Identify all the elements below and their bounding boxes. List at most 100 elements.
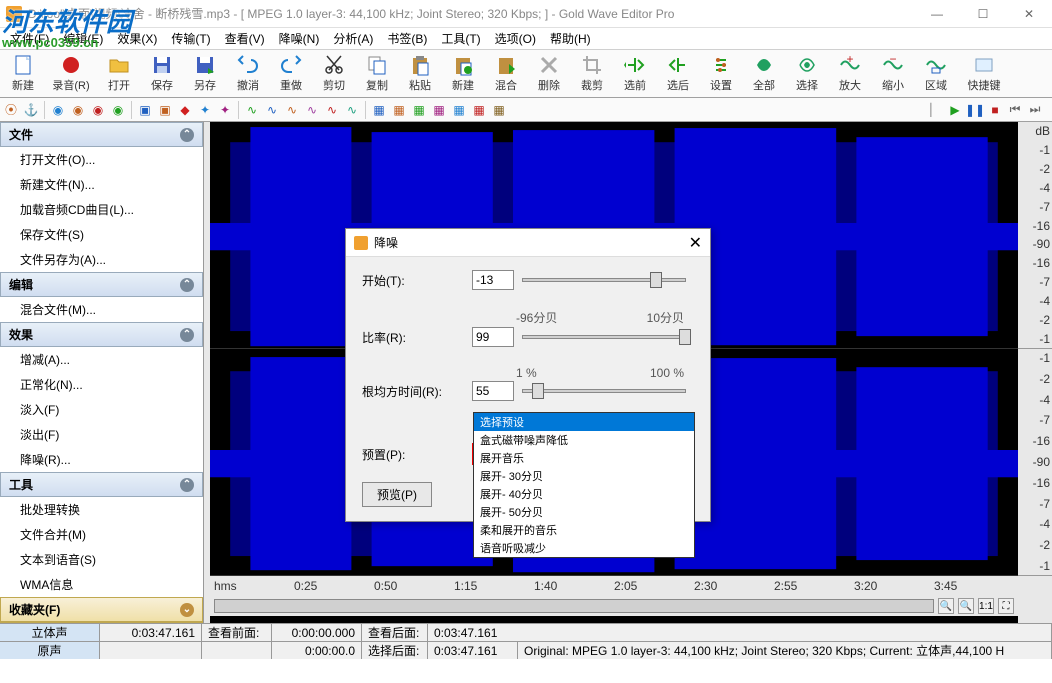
tb-pastenew[interactable]: 新建 (442, 52, 484, 96)
tb-delete[interactable]: 删除 (528, 52, 570, 96)
tb-record[interactable]: 录音(R) (45, 52, 97, 96)
menu-options[interactable]: 选项(O) (489, 28, 542, 49)
tb-open[interactable]: 打开 (98, 52, 140, 96)
preset-option[interactable]: 选择预设 (474, 413, 694, 431)
si-tts[interactable]: 文本到语音(S) (0, 547, 203, 572)
si-wma[interactable]: WMA信息 (0, 572, 203, 597)
si-open[interactable]: 打开文件(O)... (0, 147, 203, 172)
st-fx2[interactable]: ◉ (69, 101, 87, 119)
maximize-button[interactable]: ☐ (960, 0, 1006, 28)
tb-crop[interactable]: 裁剪 (571, 52, 613, 96)
tb-redo[interactable]: 重做 (270, 52, 312, 96)
preset-option[interactable]: 柔和展开的音乐 (474, 521, 694, 539)
sh-fav[interactable]: 收藏夹(F)⌄ (0, 597, 203, 622)
st-w4[interactable]: ∿ (303, 101, 321, 119)
tb-cut[interactable]: 剪切 (313, 52, 355, 96)
st-pause[interactable]: ❚❚ (966, 101, 984, 119)
si-fadein[interactable]: 淡入(F) (0, 397, 203, 422)
si-noise[interactable]: 降噪(R)... (0, 447, 203, 472)
dinput-rms[interactable] (472, 381, 514, 401)
st-sp3[interactable]: ▦ (410, 101, 428, 119)
tb-selbefore[interactable]: 选前 (614, 52, 656, 96)
menu-view[interactable]: 查看(V) (219, 28, 271, 49)
si-new[interactable]: 新建文件(N)... (0, 172, 203, 197)
st-play[interactable]: ▶ (946, 101, 964, 119)
st-t1[interactable]: ▣ (136, 101, 154, 119)
tb-selafter[interactable]: 选后 (657, 52, 699, 96)
preset-option[interactable]: 展开- 40分贝 (474, 485, 694, 503)
wc-zoomout[interactable]: 🔍 (958, 598, 974, 614)
preset-option[interactable]: 语音听吸减少 (474, 539, 694, 557)
si-merge[interactable]: 文件合并(M) (0, 522, 203, 547)
dinput-start[interactable] (472, 270, 514, 290)
si-fadeout[interactable]: 淡出(F) (0, 422, 203, 447)
sh-tools[interactable]: 工具⌃ (0, 472, 203, 497)
preset-option[interactable]: 盒式磁带噪声降低 (474, 431, 694, 449)
si-mix[interactable]: 混合文件(M)... (0, 297, 203, 322)
st-t4[interactable]: ✦ (196, 101, 214, 119)
preview-button[interactable]: 预览(P) (362, 482, 432, 507)
tb-select[interactable]: 选择 (786, 52, 828, 96)
st-sp1[interactable]: ▦ (370, 101, 388, 119)
st-begin[interactable]: ⏮ (1006, 101, 1024, 119)
minimize-button[interactable]: — (914, 0, 960, 28)
st-sp7[interactable]: ▦ (490, 101, 508, 119)
dslider-start[interactable] (522, 272, 686, 288)
tb-saveas[interactable]: 另存 (184, 52, 226, 96)
si-save[interactable]: 保存文件(S) (0, 222, 203, 247)
st-w1[interactable]: ∿ (243, 101, 261, 119)
dslider-ratio[interactable] (522, 329, 686, 345)
st-stop[interactable]: ■ (986, 101, 1004, 119)
wc-zoomfit[interactable]: ⛶ (998, 598, 1014, 614)
tb-copy[interactable]: 复制 (356, 52, 398, 96)
menu-effects[interactable]: 效果(X) (111, 28, 163, 49)
menu-edit[interactable]: 编辑(E) (57, 28, 109, 49)
dialog-close-button[interactable]: ✕ (689, 233, 702, 253)
menu-transport[interactable]: 传输(T) (165, 28, 216, 49)
sh-edit[interactable]: 编辑⌃ (0, 272, 203, 297)
si-normalize[interactable]: 正常化(N)... (0, 372, 203, 397)
tb-undo[interactable]: 撤消 (227, 52, 269, 96)
si-batch[interactable]: 批处理转换 (0, 497, 203, 522)
wc-zoom1[interactable]: 1:1 (978, 598, 994, 614)
tb-new[interactable]: 新建 (2, 52, 44, 96)
si-amplify[interactable]: 增减(A)... (0, 347, 203, 372)
tb-paste[interactable]: 粘贴 (399, 52, 441, 96)
st-fx4[interactable]: ◉ (109, 101, 127, 119)
preset-option[interactable]: 展开- 30分贝 (474, 467, 694, 485)
tb-zoomout[interactable]: −缩小 (872, 52, 914, 96)
si-saveas[interactable]: 文件另存为(A)... (0, 247, 203, 272)
st-w5[interactable]: ∿ (323, 101, 341, 119)
sh-effects[interactable]: 效果⌃ (0, 322, 203, 347)
st-w3[interactable]: ∿ (283, 101, 301, 119)
dialog-titlebar[interactable]: 降噪 ✕ (346, 229, 710, 257)
sh-file[interactable]: 文件⌃ (0, 122, 203, 147)
st-w2[interactable]: ∿ (263, 101, 281, 119)
menu-noise[interactable]: 降噪(N) (273, 28, 326, 49)
st-fx1[interactable]: ◉ (49, 101, 67, 119)
preset-option[interactable]: 展开- 50分贝 (474, 503, 694, 521)
st-sp4[interactable]: ▦ (430, 101, 448, 119)
menu-help[interactable]: 帮助(H) (544, 28, 597, 49)
st-sp5[interactable]: ▦ (450, 101, 468, 119)
tb-zoomregion[interactable]: 区域 (915, 52, 957, 96)
si-loadcd[interactable]: 加载音频CD曲目(L)... (0, 197, 203, 222)
st-locate[interactable]: ⦿ (2, 101, 20, 119)
st-t5[interactable]: ✦ (216, 101, 234, 119)
st-sp2[interactable]: ▦ (390, 101, 408, 119)
preset-option[interactable]: 展开音乐 (474, 449, 694, 467)
dinput-ratio[interactable] (472, 327, 514, 347)
menu-bookmark[interactable]: 书签(B) (381, 28, 433, 49)
tb-selectall[interactable]: 全部 (743, 52, 785, 96)
wc-zoomin[interactable]: 🔍 (938, 598, 954, 614)
st-sp6[interactable]: ▦ (470, 101, 488, 119)
tb-zoomin[interactable]: +放大 (829, 52, 871, 96)
menu-file[interactable]: 文件(F) (4, 28, 55, 49)
menu-tools[interactable]: 工具(T) (435, 28, 486, 49)
sh-quick[interactable]: 快速编辑(Q)⌄ (0, 622, 203, 623)
st-anchor[interactable]: ⚓ (22, 101, 40, 119)
st-end[interactable]: ⏭ (1026, 101, 1044, 119)
close-button[interactable]: ✕ (1006, 0, 1052, 28)
hscroll[interactable] (214, 599, 934, 613)
st-t2[interactable]: ▣ (156, 101, 174, 119)
